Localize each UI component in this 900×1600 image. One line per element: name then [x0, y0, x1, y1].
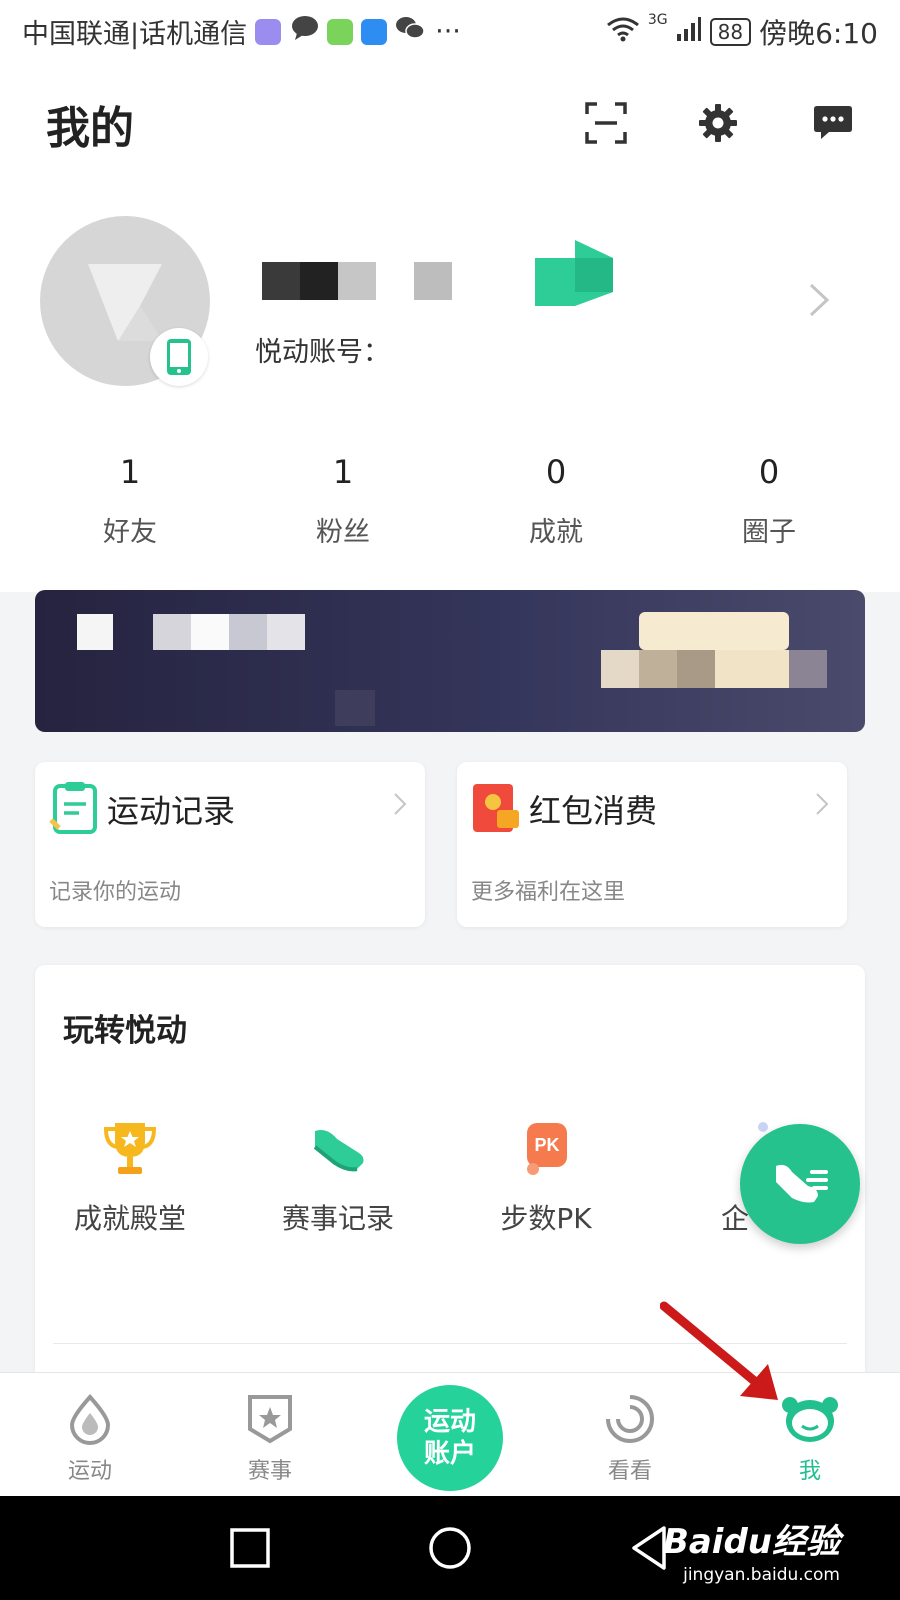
red-envelope-icon [473, 784, 519, 832]
tab-label: 运动 账户 [423, 1407, 476, 1469]
running-shoe-icon [776, 1164, 828, 1203]
watermark-brand: Baidu经验 [662, 1522, 840, 1562]
tab-sport-account[interactable]: 运动 账户 [397, 1385, 503, 1491]
play-item-label: 赛事记录 [281, 1202, 394, 1235]
stat-label: 成就 [529, 517, 583, 548]
stat-value: 0 [545, 453, 567, 491]
baidu-watermark: Baidu经验 jingyan.baidu.com [663, 1514, 840, 1585]
scan-icon[interactable] [583, 100, 629, 146]
wechat-icon [395, 15, 425, 48]
stat-label: 粉丝 [316, 517, 370, 548]
card-subtitle: 记录你的运动 [49, 880, 182, 905]
swirl-icon [606, 1395, 654, 1443]
notification-green-icon [327, 18, 354, 45]
profile-chevron-icon[interactable] [808, 282, 830, 327]
exercise-record-card[interactable]: 运动记录 记录你的运动 [35, 762, 425, 927]
stat-value: 1 [119, 453, 141, 491]
phone-icon [167, 339, 191, 375]
start-workout-fab[interactable] [740, 1124, 860, 1244]
signal-icon [676, 16, 702, 49]
chevron-right-icon [815, 792, 829, 823]
pk-icon: PK [527, 1123, 567, 1175]
tab-sport[interactable]: 运动 [30, 1393, 150, 1485]
system-navigation-bar: Baidu经验 jingyan.baidu.com [0, 1496, 900, 1600]
drop-icon [69, 1394, 111, 1445]
battery-indicator: 88 [709, 18, 752, 46]
tab-label: 运动 [67, 1459, 112, 1484]
play-item-event-record[interactable]: 赛事记录 [243, 1117, 433, 1237]
card-subtitle: 更多福利在这里 [471, 880, 626, 905]
play-item-label: 步数PK [500, 1202, 592, 1235]
redpacket-card[interactable]: 红包消费 更多福利在这里 [457, 762, 847, 927]
chevron-right-icon [393, 792, 407, 823]
stat-circles[interactable]: 0 圈子 [689, 452, 849, 549]
carrier-text: 中国联通|话机通信 [22, 19, 248, 50]
nickname-blurred [262, 262, 452, 300]
recent-apps-button[interactable] [224, 1522, 276, 1574]
card-title: 运动记录 [107, 792, 236, 830]
app-notification-icon [255, 18, 282, 45]
account-id-label: 悦动账号： [255, 337, 390, 368]
tab-label: 赛事 [247, 1459, 292, 1484]
annotation-arrow [660, 1301, 778, 1400]
badge-star-icon [248, 1395, 292, 1444]
clipboard-icon [49, 782, 97, 834]
trophy-icon [103, 1123, 157, 1174]
play-item-achievement-hall[interactable]: 成就殿堂 [35, 1117, 225, 1237]
page-title: 我的 [46, 103, 134, 154]
status-right: 3G 88 傍晚6:10 [606, 12, 878, 52]
play-item-step-pk[interactable]: PK 步数PK [451, 1117, 641, 1237]
stat-achievements[interactable]: 0 成就 [476, 452, 636, 549]
stat-friends[interactable]: 1 好友 [50, 452, 210, 549]
status-bar: 中国联通|话机通信 ··· 3G 88 傍晚6:10 [0, 0, 900, 62]
sneaker-icon [313, 1130, 364, 1172]
tab-label: 看看 [607, 1459, 652, 1484]
vip-badge-icon [535, 240, 613, 306]
clock: 傍晚6:10 [759, 17, 878, 50]
message-icon[interactable] [810, 100, 856, 146]
play-item-label: 成就殿堂 [73, 1202, 186, 1235]
stat-label: 圈子 [742, 517, 796, 548]
stat-label: 好友 [103, 517, 157, 548]
bulb-notification-icon [361, 18, 388, 45]
home-button[interactable] [424, 1522, 476, 1574]
status-left: 中国联通|话机通信 ··· [22, 12, 461, 51]
stat-value: 1 [332, 453, 354, 491]
more-notifications: ··· [435, 16, 461, 47]
svg-text:PK: PK [534, 1135, 559, 1155]
phone-bound-badge [150, 328, 208, 386]
section-title: 玩转悦动 [63, 1013, 187, 1049]
promo-banner[interactable] [35, 590, 865, 732]
tab-label: 我 [798, 1459, 821, 1484]
wifi-icon [606, 16, 640, 49]
tab-events[interactable]: 赛事 [210, 1393, 330, 1485]
stat-value: 0 [758, 453, 780, 491]
network-type: 3G [647, 12, 668, 28]
chat-bubble-icon [291, 15, 319, 48]
stat-fans[interactable]: 1 粉丝 [263, 452, 423, 549]
gear-icon[interactable] [695, 100, 741, 146]
watermark-url: jingyan.baidu.com [683, 1565, 840, 1585]
card-title: 红包消费 [529, 792, 658, 830]
